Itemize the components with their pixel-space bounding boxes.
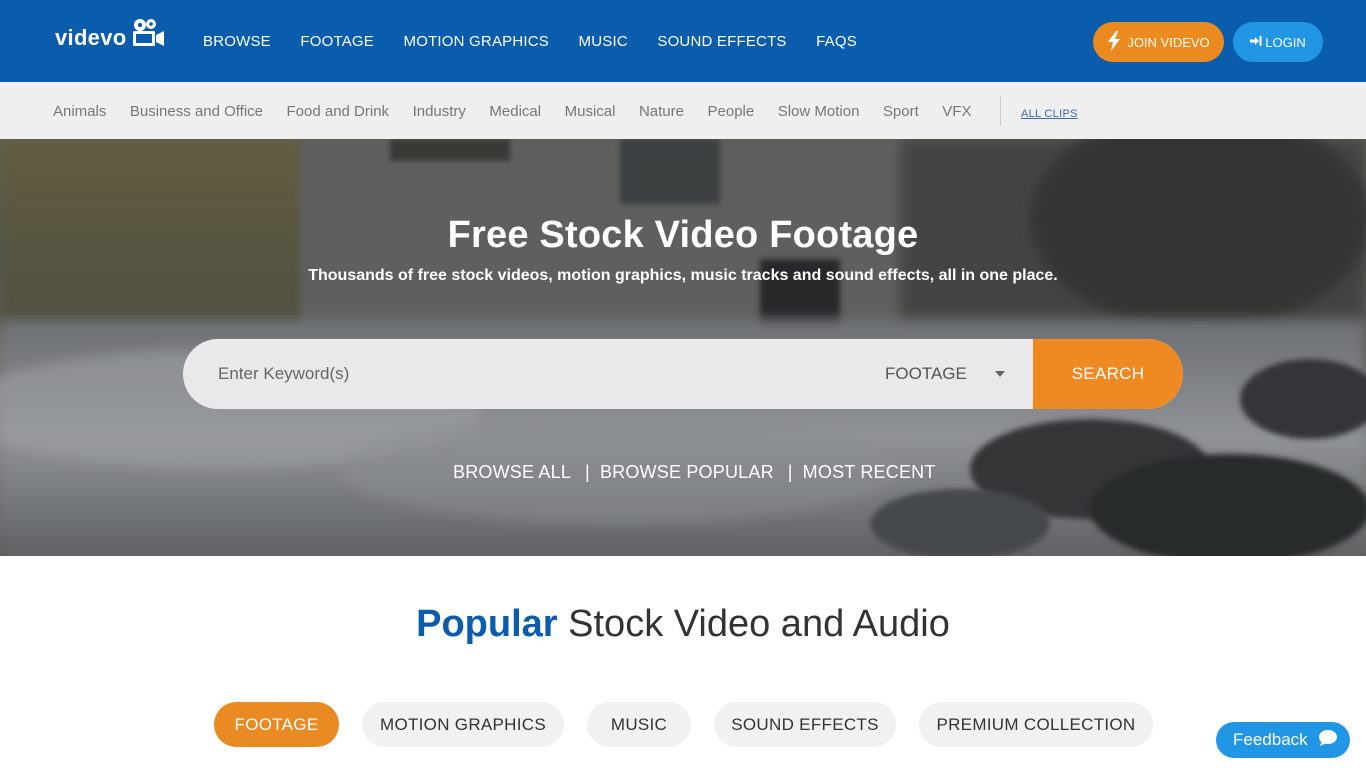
- search-button[interactable]: SEARCH: [1033, 339, 1183, 409]
- sign-in-icon: [1250, 35, 1262, 50]
- search-type-value: FOOTAGE: [885, 364, 967, 383]
- tab-motion-graphics[interactable]: MOTION GRAPHICS: [362, 702, 564, 747]
- tab-sound-effects[interactable]: SOUND EFFECTS: [714, 702, 896, 747]
- nav-motion-graphics[interactable]: MOTION GRAPHICS: [404, 33, 550, 51]
- browse-links: BROWSE ALL | BROWSE POPULAR | MOST RECEN…: [453, 462, 936, 483]
- category-industry[interactable]: Industry: [413, 102, 466, 121]
- browse-popular-link[interactable]: BROWSE POPULAR: [600, 462, 774, 483]
- category-vfx[interactable]: VFX: [942, 102, 971, 121]
- nav-sound-effects[interactable]: SOUND EFFECTS: [657, 33, 786, 51]
- tab-footage[interactable]: FOOTAGE: [214, 702, 339, 747]
- category-food-drink[interactable]: Food and Drink: [287, 102, 390, 121]
- hero-subtitle: Thousands of free stock videos, motion g…: [308, 267, 1058, 284]
- logo-text: videvo: [55, 24, 127, 50]
- hero-title: Free Stock Video Footage: [447, 214, 919, 256]
- video-camera-icon: [131, 18, 165, 53]
- search-bar: FOOTAGE SEARCH: [183, 339, 1183, 409]
- category-links: Animals Business and Office Food and Dri…: [53, 102, 995, 121]
- search-input[interactable]: [218, 339, 858, 409]
- category-musical[interactable]: Musical: [565, 102, 616, 121]
- search-type-select[interactable]: FOOTAGE: [885, 339, 1033, 409]
- all-clips-link[interactable]: ALL CLIPS: [1021, 108, 1078, 120]
- link-separator: |: [787, 462, 793, 482]
- caret-down-icon: [995, 371, 1005, 377]
- main-nav: BROWSE FOOTAGE MOTION GRAPHICS MUSIC SOU…: [203, 33, 886, 51]
- login-button[interactable]: LOGIN: [1233, 22, 1323, 62]
- category-sport[interactable]: Sport: [883, 102, 919, 121]
- videvo-logo[interactable]: videvo: [55, 19, 165, 53]
- tab-music[interactable]: MUSIC: [587, 702, 691, 747]
- category-nature[interactable]: Nature: [639, 102, 684, 121]
- join-label: JOIN VIDEVO: [1127, 34, 1210, 50]
- popular-title-rest: Stock Video and Audio: [557, 603, 950, 645]
- category-people[interactable]: People: [708, 102, 755, 121]
- tab-premium-collection[interactable]: PREMIUM COLLECTION: [919, 702, 1153, 747]
- category-divider: [1000, 96, 1001, 126]
- category-medical[interactable]: Medical: [489, 102, 541, 121]
- nav-faqs[interactable]: FAQS: [816, 33, 857, 51]
- browse-all-link[interactable]: BROWSE ALL: [453, 462, 571, 483]
- category-animals[interactable]: Animals: [53, 102, 106, 121]
- chat-bubble-icon: [1318, 729, 1338, 752]
- popular-tabs: FOOTAGE MOTION GRAPHICS MUSIC SOUND EFFE…: [214, 702, 1176, 747]
- most-recent-link[interactable]: MOST RECENT: [803, 462, 936, 483]
- nav-browse[interactable]: BROWSE: [203, 33, 271, 51]
- login-label: LOGIN: [1265, 34, 1306, 50]
- feedback-button[interactable]: Feedback: [1216, 722, 1350, 758]
- lightning-icon: [1107, 30, 1121, 54]
- nav-footage[interactable]: FOOTAGE: [300, 33, 374, 51]
- top-navbar: videvo BROWSE FOOTAGE MOTION GRAPHICS MU…: [0, 0, 1366, 82]
- popular-section-title: Popular Stock Video and Audio: [0, 603, 1366, 646]
- feedback-label: Feedback: [1233, 730, 1308, 749]
- category-business-office[interactable]: Business and Office: [130, 102, 263, 121]
- popular-title-accent: Popular: [416, 603, 558, 645]
- category-bar: Animals Business and Office Food and Dri…: [0, 82, 1366, 139]
- join-videvo-button[interactable]: JOIN VIDEVO: [1093, 22, 1224, 62]
- nav-music[interactable]: MUSIC: [579, 33, 628, 51]
- category-slow-motion[interactable]: Slow Motion: [778, 102, 860, 121]
- link-separator: |: [585, 462, 590, 482]
